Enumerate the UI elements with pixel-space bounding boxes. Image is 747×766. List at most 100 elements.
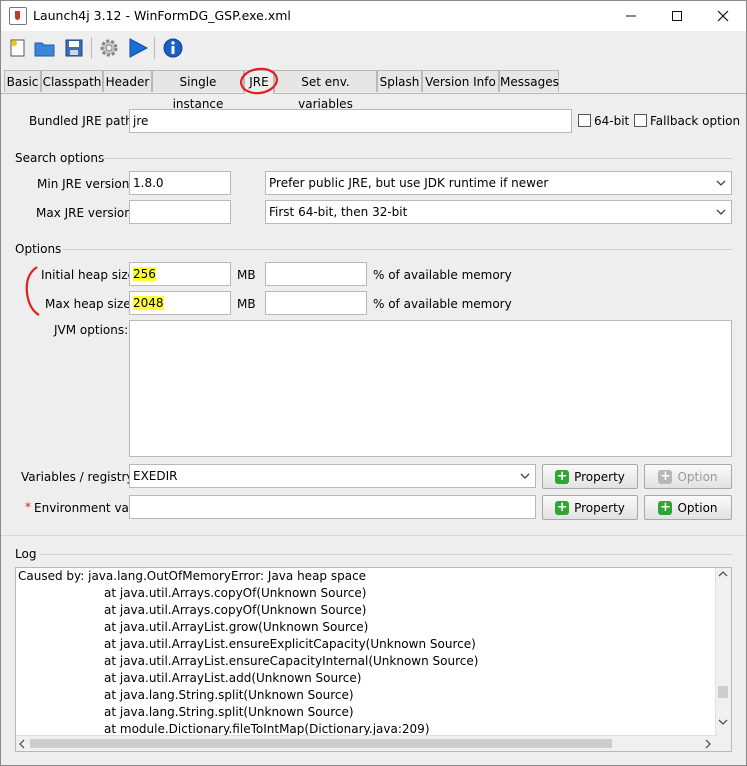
environment-var-label: Environment var: [34,501,138,515]
initial-heap-size-value: 256 [133,267,156,281]
log-line: at java.util.ArrayList.ensureExplicitCap… [104,637,476,651]
scroll-down-icon[interactable] [718,718,728,726]
max-heap-size-label: Max heap size: [45,297,135,311]
add-property-button[interactable]: + Property [542,464,638,489]
log-vertical-scrollbar[interactable] [715,568,731,737]
chevron-down-icon [716,209,726,215]
max-jre-version-input[interactable] [129,200,231,224]
close-button[interactable] [700,1,746,31]
about-info-icon[interactable] [161,36,185,60]
tab-messages[interactable]: Messages [499,70,559,92]
tab-set-env-variables[interactable]: Set env. variables [274,70,377,111]
max-heap-percent-input[interactable] [265,291,367,315]
min-jre-version-input[interactable]: 1.8.0 [129,171,231,195]
variables-registry-label: Variables / registry: [21,470,137,484]
section-divider [101,158,732,159]
plus-icon: + [658,468,673,484]
max-heap-size-input[interactable]: 2048 [129,291,231,315]
maximize-button[interactable] [654,1,700,31]
max-heap-mb-label: MB [237,297,256,311]
bundled-jre-path-input[interactable]: jre [129,109,572,133]
section-divider [41,554,732,555]
annotation-circle [239,67,279,95]
minimize-icon [626,15,636,17]
scrollbar-corner [716,736,731,751]
log-line: at java.util.Arrays.copyOf(Unknown Sourc… [104,586,367,600]
panel-separator [1,535,746,536]
required-asterisk: * [25,500,31,514]
tab-basic[interactable]: Basic [4,70,41,92]
scroll-right-icon[interactable] [704,739,712,749]
annotation-bracket [25,266,40,316]
tab-single-instance[interactable]: Single instance [152,70,244,111]
chevron-down-icon [716,180,726,186]
fallback-option-checkbox[interactable] [634,114,647,127]
max-jre-version-label: Max JRE version: [36,206,136,220]
scroll-up-icon[interactable] [718,570,728,578]
tab-version-info[interactable]: Version Info [422,70,499,92]
scroll-left-icon[interactable] [18,739,26,749]
min-jre-version-label: Min JRE version: [37,177,134,191]
tab-strip: Basic Classpath Header Single instance J… [1,70,746,111]
run-play-icon[interactable] [126,36,150,60]
initial-heap-mb-label: MB [237,268,256,282]
build-gear-icon[interactable] [97,36,121,60]
close-icon [717,10,729,22]
vertical-scroll-thumb[interactable] [718,686,728,698]
log-line: at java.util.Arrays.copyOf(Unknown Sourc… [104,603,367,617]
log-line: at java.lang.String.split(Unknown Source… [104,705,354,719]
tab-splash[interactable]: Splash [377,70,422,92]
maximize-icon [672,11,682,21]
bit64-checkbox[interactable] [578,114,591,127]
log-line: at java.util.ArrayList.ensureCapacityInt… [104,654,479,668]
log-line: at java.util.ArrayList.add(Unknown Sourc… [104,671,362,685]
plus-icon: + [555,499,570,515]
log-line: Caused by: java.lang.OutOfMemoryError: J… [18,569,367,583]
env-property-button[interactable]: + Property [542,495,638,520]
log-horizontal-scrollbar[interactable] [16,735,717,751]
jdk-preference-select[interactable]: Prefer public JRE, but use JDK runtime i… [265,171,732,195]
log-line: at java.util.ArrayList.grow(Unknown Sour… [104,620,369,634]
initial-heap-percent-input[interactable] [265,262,367,286]
minimize-button[interactable] [608,1,654,31]
search-options-title: Search options [15,151,105,165]
log-line: at module.Dictionary.fileToIntMap(Dictio… [104,722,430,736]
plus-icon: + [658,499,673,515]
environment-var-input[interactable] [129,495,536,519]
tab-header[interactable]: Header [103,70,152,92]
jdk-preference-value: Prefer public JRE, but use JDK runtime i… [269,176,549,190]
initial-heap-percent-label: % of available memory [373,268,512,282]
open-folder-icon[interactable] [33,36,57,60]
plus-icon: + [555,468,570,484]
tab-classpath[interactable]: Classpath [41,70,103,92]
variables-registry-select[interactable]: EXEDIR [129,464,536,488]
chevron-down-icon [520,473,530,479]
log-title: Log [15,547,37,561]
horizontal-scroll-thumb[interactable] [30,739,612,748]
jvm-options-label: JVM options: [54,323,129,337]
env-property-label: Property [574,500,625,515]
max-heap-percent-label: % of available memory [373,297,512,311]
toolbar [1,31,746,64]
title-bar: Launch4j 3.12 - WinFormDG_GSP.exe.xml [1,1,746,31]
initial-heap-size-input[interactable]: 256 [129,262,231,286]
env-option-button[interactable]: + Option [644,495,732,520]
launch4j-window: Launch4j 3.12 - WinFormDG_GSP.exe.xml Ba… [0,0,747,766]
fallback-option-label: Fallback option [650,114,741,128]
window-title: Launch4j 3.12 - WinFormDG_GSP.exe.xml [33,8,291,23]
variables-registry-value: EXEDIR [133,469,178,483]
options-title: Options [15,242,62,256]
section-divider [63,249,732,250]
new-file-icon[interactable] [6,36,30,60]
architecture-preference-select[interactable]: First 64-bit, then 32-bit [265,200,732,224]
java-app-icon [9,7,27,25]
env-option-label: Option [677,500,718,515]
add-option-button-disabled[interactable]: + Option [644,464,732,489]
toolbar-separator [91,37,92,59]
save-icon[interactable] [62,36,86,60]
jvm-options-textarea[interactable] [129,320,732,457]
add-option-label: Option [677,469,718,484]
log-textarea[interactable]: Caused by: java.lang.OutOfMemoryError: J… [15,567,732,752]
architecture-preference-value: First 64-bit, then 32-bit [269,205,408,219]
bit64-label: 64-bit [594,114,630,128]
